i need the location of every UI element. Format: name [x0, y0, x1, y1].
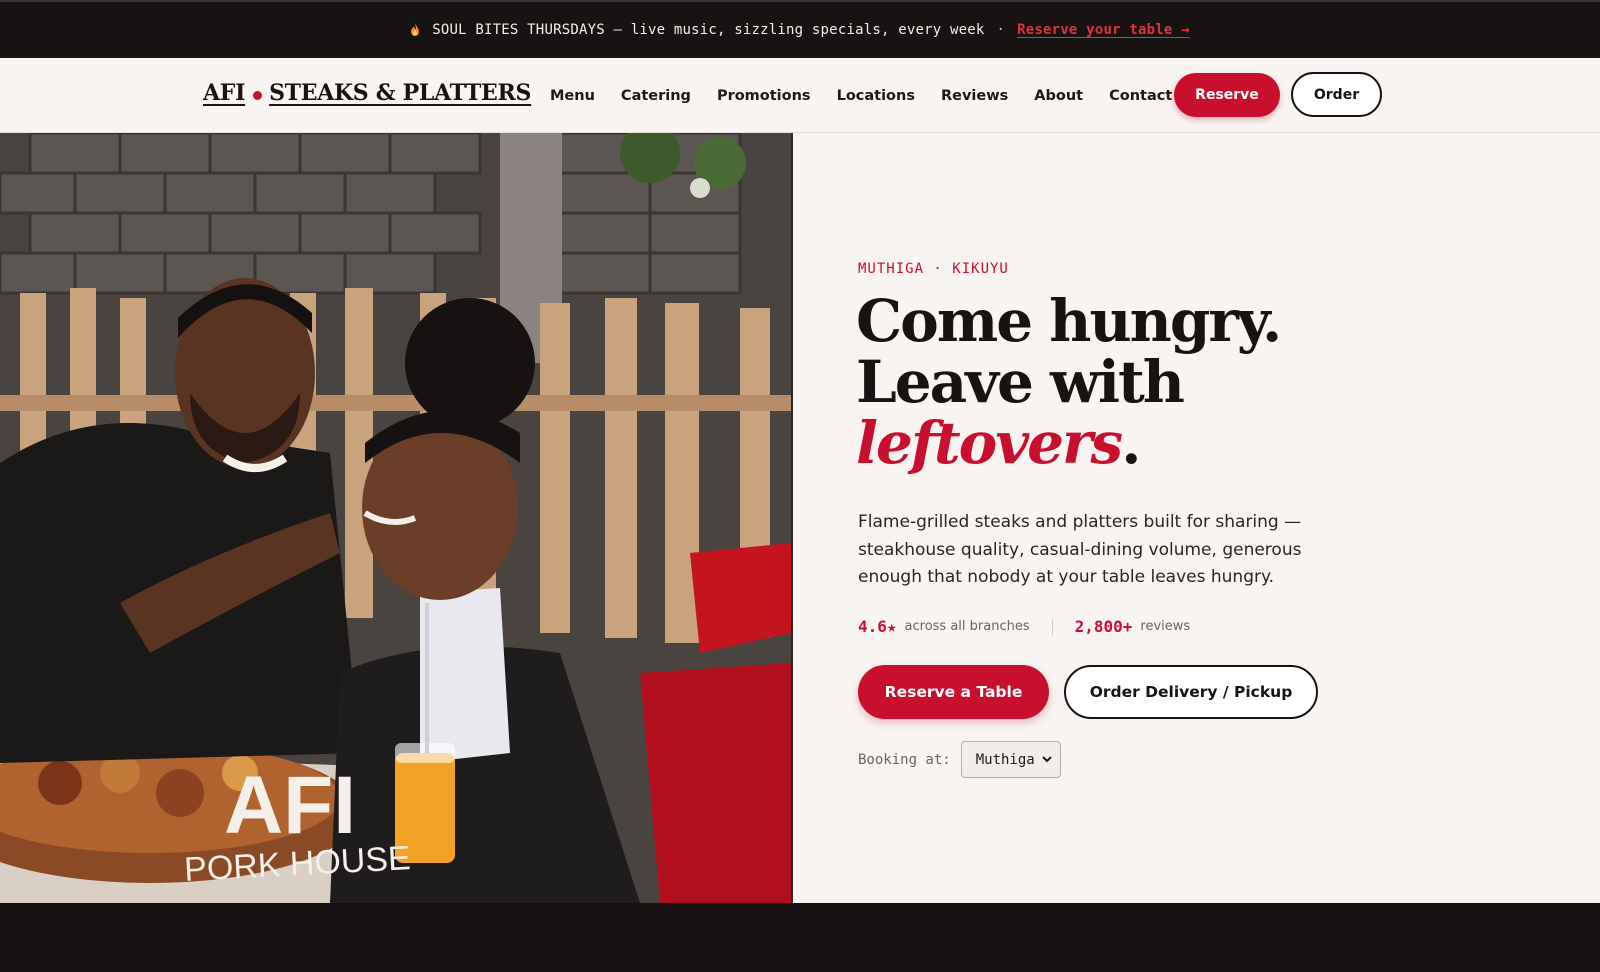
footer-band: [0, 903, 1600, 972]
nav-link-promotions[interactable]: Promotions: [717, 88, 811, 104]
announcement-separator: ·: [996, 22, 1006, 38]
nav-link-catering[interactable]: Catering: [621, 88, 691, 104]
headline-line-3: leftovers.: [856, 413, 1280, 474]
rating-value: 4.6★: [858, 617, 897, 636]
hero-description: Flame-grilled steaks and platters built …: [858, 512, 1302, 587]
main-nav: AFI STEAKS & PLATTERS Menu Catering Prom…: [0, 58, 1600, 133]
booking-label: Booking at:: [858, 751, 951, 768]
location-select-value: Muthiga: [975, 751, 1035, 768]
hero-content: MUTHIGA · KIKUYU Come hungry. Leave with…: [793, 133, 1600, 903]
rating-stats: 4.6★ across all branches 2,800+ reviews: [858, 617, 1190, 636]
nav-link-locations[interactable]: Locations: [837, 88, 915, 104]
flame-icon: [411, 23, 420, 36]
hero-headline: Come hungry. Leave with leftovers.: [856, 287, 1282, 474]
stats-divider: [1051, 618, 1053, 635]
booking-location: Booking at: Muthiga: [858, 741, 1061, 778]
brand-name-left: AFI: [203, 80, 246, 106]
announcement-bar: SOUL BITES THURSDAYS — live music, sizzl…: [0, 0, 1600, 58]
location-eyebrow: MUTHIGA · KIKUYU: [858, 261, 1009, 277]
headline-line-1: Come hungry.: [856, 287, 1282, 355]
order-button[interactable]: Order: [1291, 72, 1382, 117]
headline-accent: leftovers: [856, 409, 1123, 477]
chevron-down-icon: [1042, 756, 1052, 763]
headline-line-2: Leave with: [856, 348, 1185, 416]
brand-logo[interactable]: AFI STEAKS & PLATTERS: [203, 80, 531, 106]
rating-label: across all branches: [904, 619, 1030, 634]
nav-link-menu[interactable]: Menu: [550, 88, 595, 104]
reserve-table-button[interactable]: Reserve a Table: [858, 665, 1049, 719]
image-logo-afi: AFI: [224, 760, 356, 851]
nav-link-reviews[interactable]: Reviews: [941, 88, 1008, 104]
reserve-button[interactable]: Reserve: [1174, 73, 1280, 117]
reviews-label: reviews: [1140, 619, 1191, 634]
brand-dot-icon: [253, 90, 263, 100]
reviews-count: 2,800+: [1074, 617, 1133, 636]
nav-links: Menu Catering Promotions Locations Revie…: [550, 58, 1198, 133]
location-select[interactable]: Muthiga: [960, 741, 1061, 778]
brand-name-right: STEAKS & PLATTERS: [269, 80, 532, 106]
reserve-table-link[interactable]: Reserve your table →: [1017, 22, 1190, 38]
headline-period: .: [1121, 409, 1141, 477]
nav-link-contact[interactable]: Contact: [1109, 88, 1172, 104]
order-delivery-button[interactable]: Order Delivery / Pickup: [1064, 665, 1318, 719]
hero-photo: AFI PORK HOUSE: [0, 133, 793, 903]
nav-link-about[interactable]: About: [1034, 88, 1083, 104]
announcement-text: SOUL BITES THURSDAYS — live music, sizzl…: [432, 22, 985, 38]
